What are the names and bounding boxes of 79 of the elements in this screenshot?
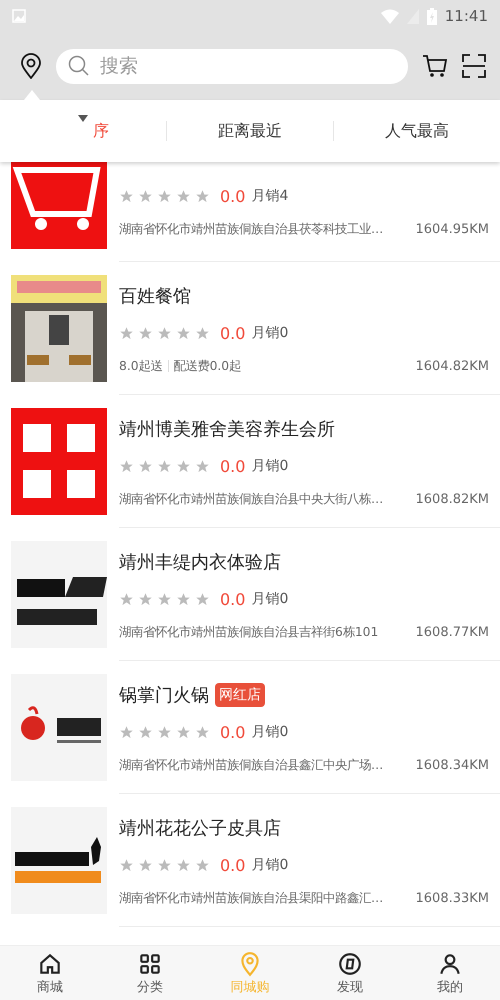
star-icon — [119, 188, 134, 204]
search-icon — [68, 54, 90, 76]
star-icon — [157, 858, 172, 872]
star-icon — [176, 458, 191, 474]
nav-tab[interactable]: 发现 — [300, 946, 400, 1000]
compass-icon — [337, 950, 363, 976]
sort-tab[interactable]: 距离最近 — [218, 120, 282, 142]
nav-tab[interactable]: 商城 — [0, 946, 100, 1000]
star-icon — [119, 592, 134, 606]
minimum-order: 8.0起送 — [119, 358, 163, 374]
store-distance: 1608.34KM — [416, 758, 489, 772]
monthly-sales: 月销0 — [251, 723, 288, 741]
image-icon — [12, 9, 26, 23]
scan-icon[interactable] — [462, 54, 486, 78]
search-field[interactable]: 搜索 — [56, 48, 408, 84]
store-distance: 1608.82KM — [416, 492, 489, 506]
star-icon — [176, 188, 191, 204]
store-address: 湖南省怀化市靖州苗族侗族自治县渠阳中路鑫汇… — [119, 890, 384, 906]
store-badge: 网红店 — [215, 683, 265, 707]
nav-tab[interactable]: 分类 — [100, 946, 200, 1000]
star-icon — [157, 458, 172, 474]
monthly-sales: 月销0 — [251, 856, 288, 874]
dropdown-caret-icon — [78, 115, 88, 122]
rating-score: 0.0 — [220, 186, 246, 206]
wifi-icon — [380, 8, 399, 24]
star-icon — [176, 858, 191, 872]
star-icon — [195, 858, 210, 872]
cart-icon[interactable] — [422, 53, 448, 79]
status-time: 11:41 — [444, 7, 488, 25]
star-icon — [119, 858, 134, 872]
star-icon — [176, 724, 191, 740]
star-icon — [138, 458, 153, 474]
star-icon — [157, 326, 172, 340]
store-distance: 1608.77KM — [416, 624, 489, 640]
store-name[interactable]: 靖州博美雅舍美容养生会所 — [119, 417, 335, 441]
star-icon — [195, 724, 210, 740]
nav-tab[interactable]: 我的 — [400, 946, 500, 1000]
battery-charging-icon — [426, 8, 437, 24]
store-name[interactable]: 靖州花花公子皮具店 — [119, 816, 281, 840]
rating-score: 0.0 — [220, 590, 246, 608]
star-icon — [119, 326, 134, 340]
star-icon — [138, 592, 153, 606]
star-icon — [138, 326, 153, 340]
monthly-sales: 月销0 — [251, 324, 288, 342]
star-icon — [157, 724, 172, 740]
sort-tab[interactable]: 序 — [93, 120, 109, 142]
rating-score: 0.0 — [220, 456, 246, 476]
star-icon — [195, 188, 210, 204]
monthly-sales: 月销0 — [251, 457, 288, 475]
rating-score: 0.0 — [220, 856, 246, 874]
store-address: 湖南省怀化市靖州苗族侗族自治县中央大街八栋… — [119, 490, 384, 508]
star-icon — [195, 326, 210, 340]
store-distance: 1604.95KM — [416, 222, 489, 236]
rating-score: 0.0 — [220, 324, 246, 342]
store-address: 湖南省怀化市靖州苗族侗族自治县吉祥街6栋101 — [119, 624, 378, 640]
star-icon — [138, 188, 153, 204]
sort-tab[interactable]: 人气最高 — [385, 120, 449, 142]
star-icon — [138, 858, 153, 872]
star-icon — [195, 592, 210, 606]
monthly-sales: 月销4 — [251, 187, 288, 205]
star-icon — [195, 458, 210, 474]
star-icon — [176, 592, 191, 606]
star-icon — [119, 724, 134, 740]
rating-score: 0.0 — [220, 722, 246, 742]
monthly-sales: 月销0 — [251, 590, 288, 608]
star-icon — [176, 326, 191, 340]
store-distance: 1608.33KM — [416, 890, 489, 906]
store-address: 湖南省怀化市靖州苗族侗族自治县鑫汇中央广场… — [119, 756, 384, 774]
star-icon — [157, 592, 172, 606]
store-name[interactable]: 锅掌门火锅 — [119, 683, 209, 707]
delivery-fee: 配送费0.0起 — [174, 358, 242, 374]
store-address: 湖南省怀化市靖州苗族侗族自治县茯苓科技工业… — [119, 220, 384, 238]
store-name[interactable]: 百姓餐馆 — [119, 284, 191, 308]
star-icon — [157, 188, 172, 204]
store-distance: 1604.82KM — [416, 358, 489, 374]
store-name[interactable]: 靖州丰缇内衣体验店 — [119, 550, 281, 574]
star-icon — [119, 458, 134, 474]
star-icon — [138, 724, 153, 740]
location-icon[interactable] — [20, 53, 42, 79]
